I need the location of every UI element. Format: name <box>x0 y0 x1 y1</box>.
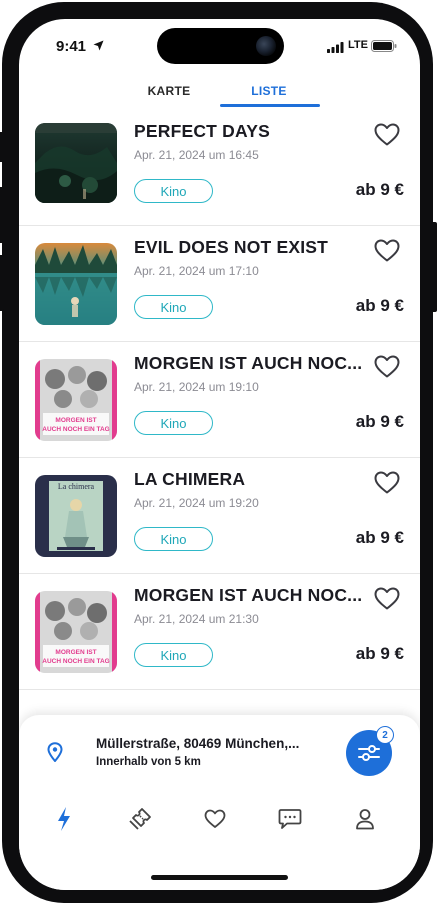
list-divider <box>19 689 420 690</box>
event-title: MORGEN IST AUCH NOC... <box>134 585 363 605</box>
location-address[interactable]: Müllerstraße, 80469 München,... <box>96 736 311 751</box>
event-price: ab 9 € <box>355 412 404 431</box>
evil-does-not-exist-poster <box>35 243 117 325</box>
morgen-ist-auch-noch-ein-tag-poster: MORGEN IST AUCH NOCH EIN TAG <box>35 359 117 441</box>
phone-frame: 9:41 LTE KARTE LISTE PERFECT DAYS Apr. 2… <box>0 2 437 903</box>
volume-down-button <box>0 255 4 311</box>
signal-icon <box>327 42 344 53</box>
event-price: ab 9 € <box>355 644 404 663</box>
event-price: ab 9 € <box>355 528 404 547</box>
svg-text:MORGEN IST: MORGEN IST <box>55 417 96 424</box>
svg-text:AUCH NOCH EIN TAG: AUCH NOCH EIN TAG <box>42 658 109 665</box>
camera-icon <box>256 36 276 56</box>
volume-up-button <box>0 187 4 243</box>
category-badge: Kino <box>134 411 213 435</box>
svg-text:La chimera: La chimera <box>58 482 95 491</box>
power-button <box>431 222 437 312</box>
network-label: LTE <box>348 39 368 51</box>
favorite-heart-icon[interactable] <box>374 471 400 495</box>
status-bar: 9:41 LTE <box>19 19 420 71</box>
status-time: 9:41 <box>56 38 87 55</box>
morgen-ist-auch-noch-ein-tag-poster: MORGEN IST AUCH NOCH EIN TAG <box>35 591 117 673</box>
la-chimera-poster: La chimera <box>35 475 117 557</box>
chat-icon <box>278 809 302 829</box>
svg-text:AUCH NOCH EIN TAG: AUCH NOCH EIN TAG <box>42 426 109 433</box>
location-arrow-icon <box>93 40 104 51</box>
perfect-days-poster <box>35 123 117 203</box>
event-list-item[interactable]: MORGEN IST AUCH NOCH EIN TAG MORGEN IST … <box>19 343 420 458</box>
view-tabs: KARTE LISTE <box>19 75 420 109</box>
dynamic-island <box>157 28 284 64</box>
list-divider <box>19 225 420 226</box>
ticket-icon <box>129 808 151 830</box>
bottom-panel: Müllerstraße, 80469 München,... Innerhal… <box>19 715 420 890</box>
favorite-heart-icon[interactable] <box>374 587 400 611</box>
list-divider <box>19 457 420 458</box>
list-divider <box>19 341 420 342</box>
nav-item-messages[interactable] <box>270 801 310 837</box>
event-datetime: Apr. 21, 2024 um 16:45 <box>134 148 259 162</box>
tab-liste[interactable]: LISTE <box>219 75 319 107</box>
battery-icon <box>371 40 397 52</box>
favorite-heart-icon[interactable] <box>374 355 400 379</box>
event-list-item[interactable]: PERFECT DAYS Apr. 21, 2024 um 16:45 Kino… <box>19 111 420 226</box>
list-divider <box>19 573 420 574</box>
event-list-item[interactable]: MORGEN IST AUCH NOCH EIN TAG MORGEN IST … <box>19 575 420 690</box>
category-badge: Kino <box>134 643 213 667</box>
event-datetime: Apr. 21, 2024 um 19:10 <box>134 380 259 394</box>
event-title: MORGEN IST AUCH NOC... <box>134 353 363 373</box>
event-price: ab 9 € <box>355 180 404 199</box>
favorite-heart-icon[interactable] <box>374 239 400 263</box>
bottom-navigation <box>19 801 420 837</box>
event-price: ab 9 € <box>355 296 404 315</box>
location-pin-icon <box>47 742 63 762</box>
tab-karte[interactable]: KARTE <box>129 75 209 107</box>
event-title: EVIL DOES NOT EXIST <box>134 237 329 257</box>
event-datetime: Apr. 21, 2024 um 21:30 <box>134 612 259 626</box>
lightning-icon <box>58 807 70 831</box>
heart-icon <box>204 809 226 828</box>
category-badge: Kino <box>134 179 213 203</box>
nav-item-favorites[interactable] <box>195 801 235 837</box>
event-datetime: Apr. 21, 2024 um 19:20 <box>134 496 259 510</box>
favorite-heart-icon[interactable] <box>374 123 400 147</box>
nav-item-discover[interactable] <box>44 801 84 837</box>
event-list-item[interactable]: La chimera LA CHIMERA Apr. 21, 2024 um 1… <box>19 459 420 574</box>
category-badge: Kino <box>134 527 213 551</box>
filter-count-badge: 2 <box>376 726 394 744</box>
home-indicator[interactable] <box>151 875 288 880</box>
event-list-item[interactable]: EVIL DOES NOT EXIST Apr. 21, 2024 um 17:… <box>19 227 420 342</box>
location-radius: Innerhalb von 5 km <box>96 756 201 768</box>
sliders-icon <box>358 745 380 761</box>
svg-text:MORGEN IST: MORGEN IST <box>55 649 96 656</box>
app-screen: 9:41 LTE KARTE LISTE PERFECT DAYS Apr. 2… <box>19 19 420 890</box>
nav-item-profile[interactable] <box>345 801 385 837</box>
category-badge: Kino <box>134 295 213 319</box>
event-title: PERFECT DAYS <box>134 121 270 141</box>
silent-switch <box>0 132 4 162</box>
profile-icon <box>356 809 374 830</box>
nav-item-tickets[interactable] <box>120 801 160 837</box>
event-title: LA CHIMERA <box>134 469 246 489</box>
active-tab-indicator <box>220 104 320 107</box>
event-datetime: Apr. 21, 2024 um 17:10 <box>134 264 259 278</box>
